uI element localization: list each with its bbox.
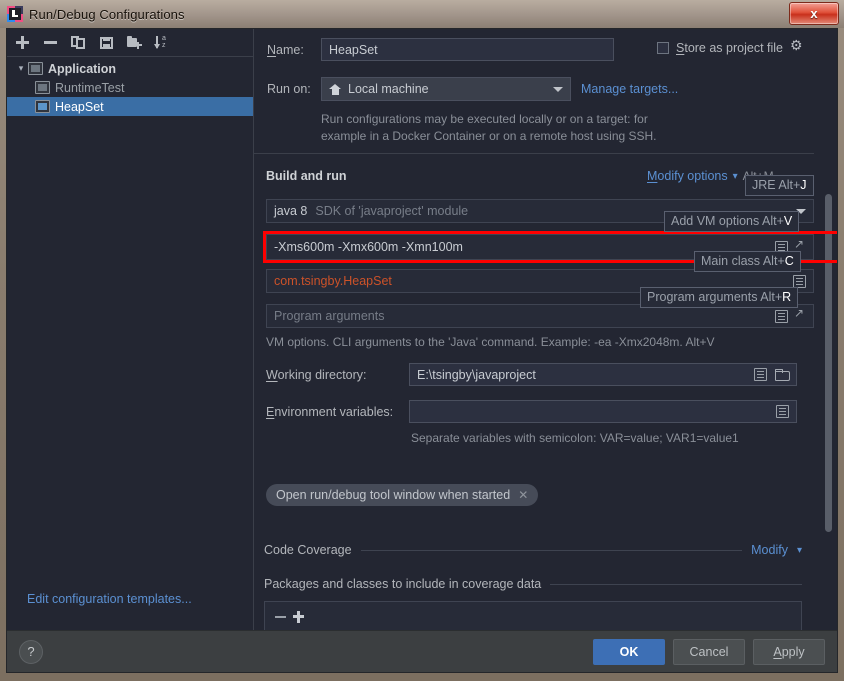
chevron-down-icon[interactable]: ▾: [733, 171, 738, 182]
remove-configuration-button[interactable]: [42, 34, 59, 51]
form-scrollbar-thumb[interactable]: [825, 194, 832, 532]
chevron-down-icon[interactable]: ▾: [15, 63, 27, 74]
remove-pattern-button[interactable]: [275, 616, 286, 618]
modify-options-link[interactable]: Modify options: [647, 169, 728, 183]
title-bar: Run/Debug Configurations x: [0, 0, 844, 28]
divider: [550, 583, 802, 585]
window-title: Run/Debug Configurations: [29, 6, 185, 22]
application-window: Run/Debug Configurations x a z ▾ Applica…: [0, 0, 844, 681]
footer-buttons: OK Cancel Apply: [593, 638, 825, 665]
configurations-tree: ▾ Application RuntimeTest HeapSet: [7, 57, 253, 116]
configuration-form: Name: HeapSet Store as project file Run …: [254, 29, 837, 630]
cancel-button[interactable]: Cancel: [673, 638, 745, 665]
sidebar-toolbar: a z: [7, 29, 253, 57]
jre-suffix: SDK of 'javaproject' module: [315, 204, 469, 218]
sidebar-item-heapset[interactable]: HeapSet: [7, 97, 253, 116]
run-on-value: Local machine: [348, 82, 429, 96]
chevron-down-icon[interactable]: [553, 86, 563, 92]
name-input[interactable]: HeapSet: [321, 38, 614, 61]
environment-variables-input[interactable]: [409, 400, 797, 423]
save-configuration-icon[interactable]: [98, 34, 115, 51]
coverage-packages-header: Packages and classes to include in cover…: [264, 577, 802, 591]
folder-add-icon[interactable]: [126, 34, 143, 51]
code-coverage-title: Code Coverage: [264, 543, 352, 557]
name-input-value: HeapSet: [329, 42, 378, 57]
vm-options-hint: VM options. CLI arguments to the 'Java' …: [266, 335, 715, 349]
store-as-project-file-row[interactable]: Store as project file: [657, 38, 803, 55]
run-on-description-line1: Run configurations may be executed local…: [321, 112, 648, 126]
manage-targets-link[interactable]: Manage targets...: [581, 82, 678, 96]
tree-item-label: RuntimeTest: [55, 80, 125, 95]
run-on-description-line2: example in a Docker Container or on a re…: [321, 129, 657, 143]
working-directory-label: Working directory:: [266, 368, 367, 382]
add-configuration-button[interactable]: [14, 34, 31, 51]
browse-folder-icon[interactable]: [775, 369, 790, 381]
code-coverage-modify-link[interactable]: Modify: [751, 543, 788, 557]
program-arguments-placeholder: Program arguments: [274, 309, 385, 323]
environment-variables-label: Environment variables:: [266, 405, 394, 419]
jre-shortcut-tip: JRE Alt+J: [745, 175, 814, 196]
close-icon[interactable]: ✕: [518, 488, 528, 502]
store-as-project-file-checkbox[interactable]: [657, 42, 669, 54]
application-icon: [28, 62, 43, 75]
expand-arrow-icon[interactable]: [794, 306, 806, 322]
tree-item-label: Application: [48, 61, 117, 76]
configurations-sidebar: a z ▾ Application RuntimeTest HeapSet Ed…: [7, 29, 254, 630]
help-button[interactable]: ?: [19, 639, 43, 664]
edit-configuration-templates-link[interactable]: Edit configuration templates...: [27, 592, 192, 606]
run-on-label: Run on:: [267, 82, 311, 96]
add-pattern-button-bar[interactable]: [293, 615, 304, 618]
sort-az-icon[interactable]: a z: [154, 34, 171, 51]
vm-options-value: -Xms600m -Xmx600m -Xmn100m: [274, 240, 463, 254]
tree-group-application[interactable]: ▾ Application: [7, 59, 253, 78]
jre-value: java 8: [274, 204, 308, 218]
run-on-dropdown[interactable]: Local machine: [321, 77, 571, 101]
ok-button[interactable]: OK: [593, 638, 665, 665]
program-arguments-shortcut-tip: Program arguments Alt+R: [640, 287, 799, 308]
close-window-button[interactable]: x: [789, 2, 839, 25]
dialog-footer: ? OK Cancel Apply: [7, 630, 837, 672]
run-debug-configurations-dialog: a z ▾ Application RuntimeTest HeapSet Ed…: [6, 28, 838, 673]
name-label: Name:: [267, 43, 304, 57]
configuration-icon: [35, 81, 50, 94]
code-coverage-section-header: Code Coverage Modify ▾: [264, 543, 802, 557]
gear-icon[interactable]: [790, 38, 803, 55]
main-class-shortcut-tip: Main class Alt+C: [694, 251, 801, 272]
tree-item-label: HeapSet: [55, 99, 104, 114]
dialog-content: a z ▾ Application RuntimeTest HeapSet Ed…: [7, 29, 837, 630]
apply-button[interactable]: Apply: [753, 638, 825, 665]
home-icon: [329, 83, 342, 95]
sidebar-item-runtimetest[interactable]: RuntimeTest: [7, 78, 253, 97]
store-as-project-file-label: Store as project file: [676, 41, 784, 55]
add-vm-options-shortcut-tip: Add VM options Alt+V: [664, 211, 800, 232]
macros-icon[interactable]: [754, 368, 767, 381]
environment-variables-hint: Separate variables with semicolon: VAR=v…: [411, 431, 739, 445]
browse-main-class-icon[interactable]: [793, 274, 806, 288]
coverage-packages-title: Packages and classes to include in cover…: [264, 577, 542, 591]
build-and-run-header: Build and run: [266, 169, 347, 183]
working-directory-value: E:\tsingby\javaproject: [417, 367, 536, 382]
edit-env-vars-icon[interactable]: [776, 405, 789, 418]
coverage-patterns-toolbar: [264, 601, 802, 630]
section-divider: [254, 153, 814, 154]
form-scrollbar[interactable]: [825, 34, 832, 624]
main-class-value: com.tsingby.HeapSet: [274, 274, 392, 288]
expand-editor-icon[interactable]: [775, 309, 788, 323]
working-directory-input[interactable]: E:\tsingby\javaproject: [409, 363, 797, 386]
configuration-icon: [35, 100, 50, 113]
chevron-down-icon[interactable]: ▾: [797, 545, 802, 556]
intellij-idea-icon: [7, 6, 23, 22]
open-tool-window-chip-label: Open run/debug tool window when started: [276, 488, 511, 502]
copy-configuration-icon[interactable]: [70, 34, 87, 51]
close-icon: x: [810, 6, 818, 21]
open-tool-window-chip[interactable]: Open run/debug tool window when started …: [266, 484, 539, 506]
divider: [360, 549, 743, 551]
